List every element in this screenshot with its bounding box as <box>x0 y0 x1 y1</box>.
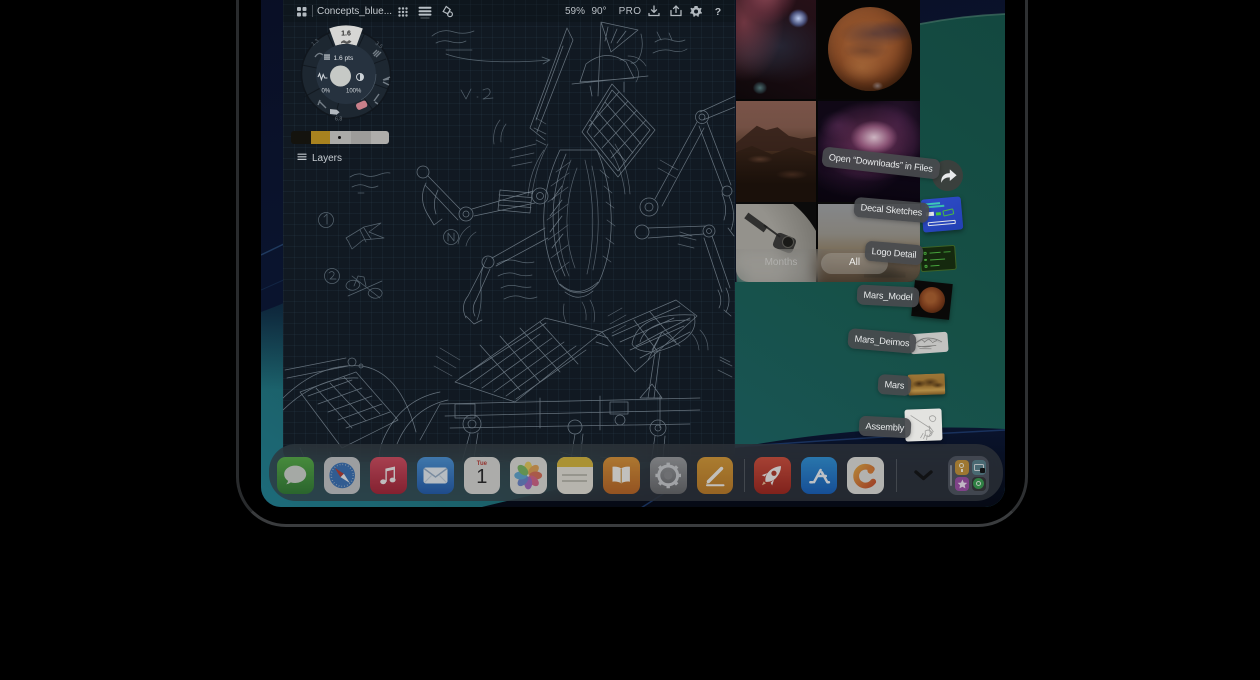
svg-text:6.8: 6.8 <box>335 117 342 123</box>
svg-text:1.6: 1.6 <box>341 31 351 38</box>
svg-text:100%: 100% <box>346 89 362 95</box>
svg-text:1.6 pts: 1.6 pts <box>334 55 354 62</box>
svg-text:0%: 0% <box>322 89 331 95</box>
